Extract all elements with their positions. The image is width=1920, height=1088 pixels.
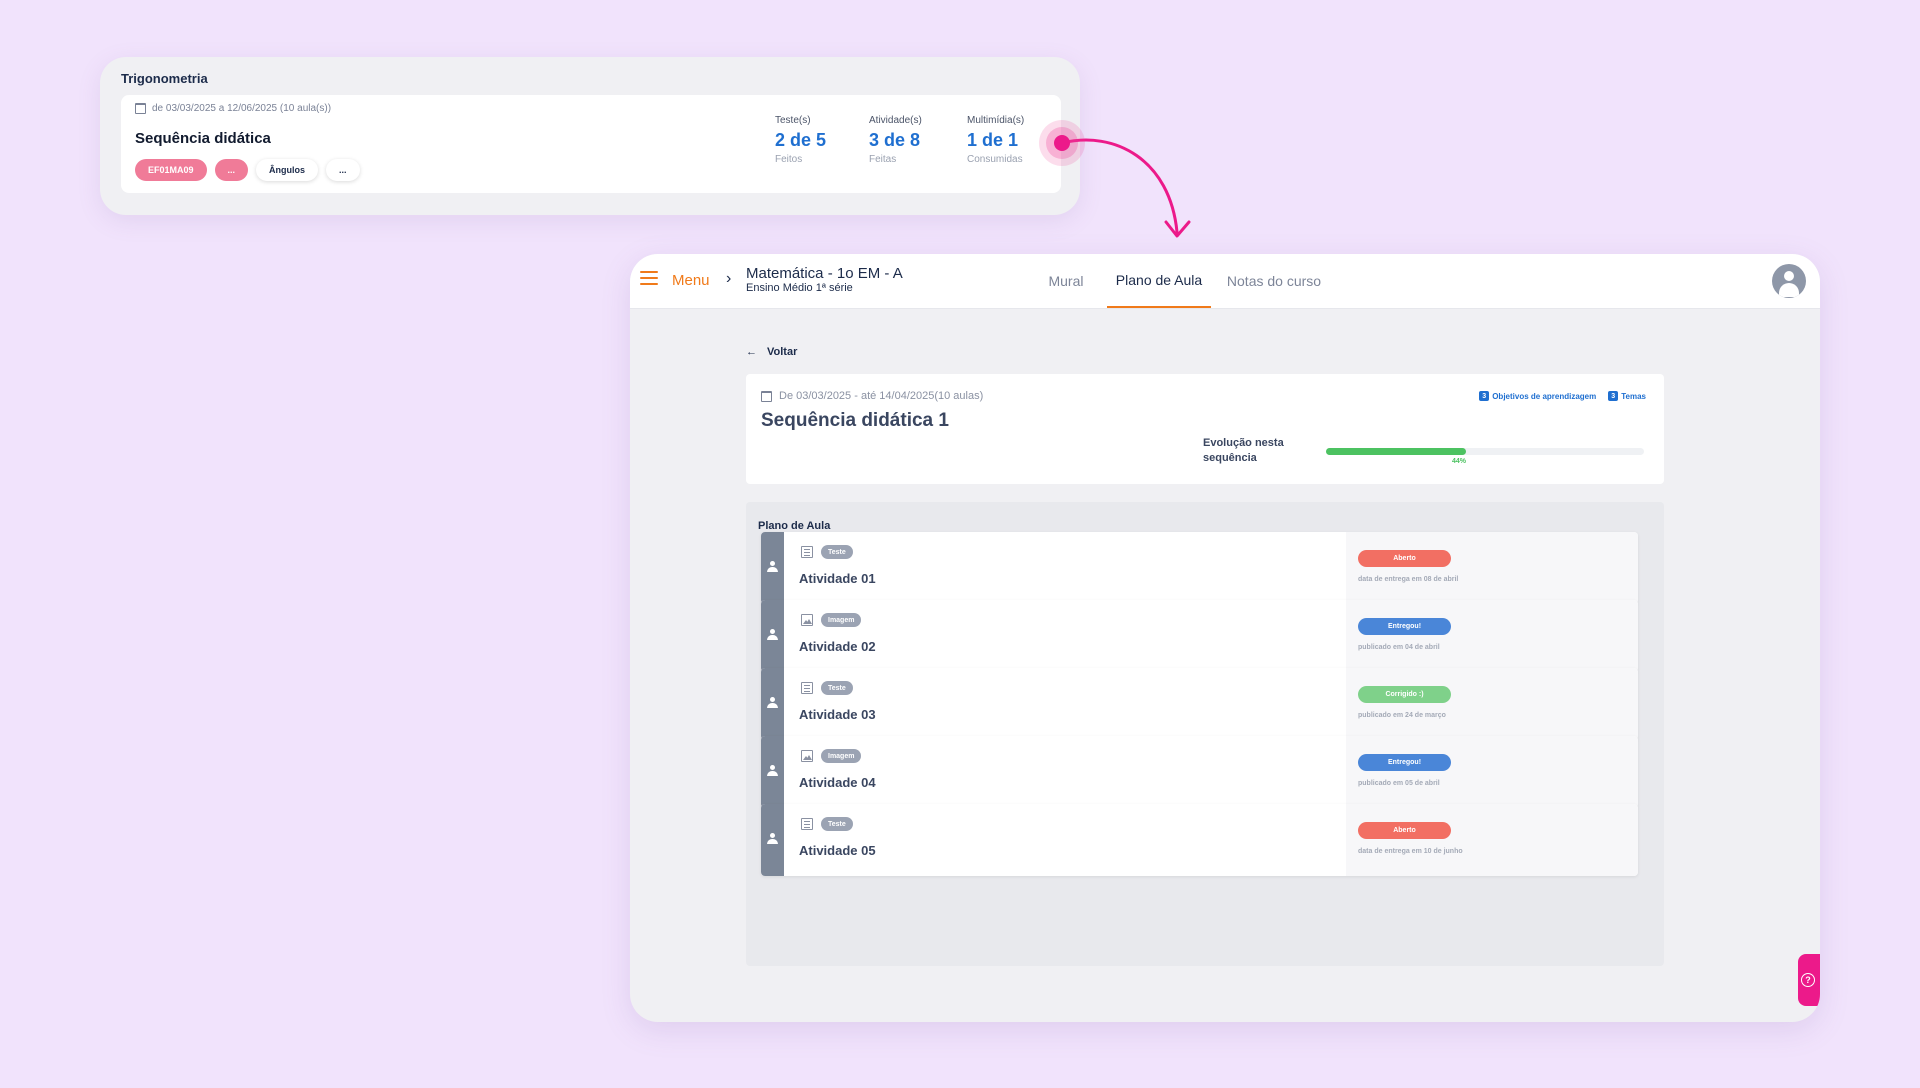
activity-type-tag: Teste	[821, 681, 853, 695]
list-icon	[801, 546, 813, 558]
person-icon	[767, 833, 778, 845]
list-icon	[801, 818, 813, 830]
activity-row[interactable]: Imagem Atividade 04 Entregou! publicado em …	[761, 736, 1638, 808]
activity-date-note: publicado em 05 de abril	[1358, 780, 1440, 787]
status-badge: Corrigido :)	[1358, 686, 1451, 703]
status-badge: Aberto	[1358, 822, 1451, 839]
top-bar: Menu › Matemática - 1o EM - A Ensino Méd…	[630, 254, 1820, 309]
status-badge: Entregou!	[1358, 618, 1451, 635]
activity-type-tag: Imagem	[821, 613, 862, 627]
activity-type-tag: Teste	[821, 545, 853, 559]
sequence-title: Sequência didática 1	[761, 410, 949, 431]
person-icon	[767, 697, 778, 709]
activity-status-area: Entregou! publicado em 05 de abril	[1346, 736, 1638, 808]
sequence-badges: 3 Objetivos de aprendizagem 3 Temas	[1479, 391, 1646, 401]
help-button[interactable]: ?	[1798, 954, 1820, 1006]
activity-name: Atividade 04	[799, 775, 876, 790]
image-icon	[801, 750, 813, 762]
progress-percent: 44%	[1452, 458, 1467, 465]
back-button[interactable]: ← Voltar	[746, 346, 797, 358]
themes-badge[interactable]: 3 Temas	[1608, 391, 1646, 401]
app-window: Menu › Matemática - 1o EM - A Ensino Méd…	[630, 254, 1820, 1022]
progress-bar	[1326, 448, 1644, 455]
question-icon: ?	[1801, 973, 1815, 987]
progress-fill	[1326, 448, 1466, 455]
activity-type-tag: Imagem	[821, 749, 862, 763]
status-badge: Entregou!	[1358, 754, 1451, 771]
activity-name: Atividade 05	[799, 843, 876, 858]
activity-date-note: data de entrega em 08 de abril	[1358, 576, 1459, 583]
badge-label: Objetivos de aprendizagem	[1492, 391, 1597, 401]
hamburger-icon[interactable]	[640, 271, 658, 285]
activity-side-bar	[761, 600, 784, 672]
person-icon	[767, 629, 778, 641]
chevron-right-icon: ›	[726, 270, 732, 287]
activity-status-area: Corrigido :) publicado em 24 de março	[1346, 668, 1638, 740]
person-icon	[767, 561, 778, 573]
badge-count: 3	[1608, 391, 1619, 401]
sequence-card: De 03/03/2025 - até 14/04/2025(10 aulas)…	[746, 374, 1664, 484]
activity-row[interactable]: Teste Atividade 01 Aberto data de entrega e…	[761, 532, 1638, 604]
avatar[interactable]	[1772, 264, 1806, 298]
activity-name: Atividade 02	[799, 639, 876, 654]
image-icon	[801, 614, 813, 626]
pulse-dot	[1054, 135, 1070, 151]
arrow-left-icon: ←	[746, 346, 757, 358]
activity-date-note: publicado em 04 de abril	[1358, 644, 1440, 651]
highlight-pulse	[1039, 120, 1085, 166]
objectives-badge[interactable]: 3 Objetivos de aprendizagem	[1479, 391, 1596, 401]
calendar-icon	[761, 390, 772, 402]
date-row: De 03/03/2025 - até 14/04/2025(10 aulas)	[761, 390, 983, 402]
activity-status-area: Entregou! publicado em 04 de abril	[1346, 600, 1638, 672]
course-title[interactable]: Matemática - 1o EM - A	[746, 265, 903, 282]
tab-notas-do-curso[interactable]: Notas do curso	[1218, 254, 1330, 308]
activity-side-bar	[761, 668, 784, 740]
activity-row[interactable]: Imagem Atividade 02 Entregou! publicado em …	[761, 600, 1638, 672]
activity-side-bar	[761, 532, 784, 604]
activity-row[interactable]: Teste Atividade 03 Corrigido :) publicado e…	[761, 668, 1638, 740]
activity-name: Atividade 03	[799, 707, 876, 722]
badge-count: 3	[1479, 391, 1490, 401]
lesson-plan-panel: Plano de Aula Teste Atividade 01 Aberto dat…	[746, 502, 1664, 966]
activity-date-note: data de entrega em 10 de junho	[1358, 848, 1463, 855]
badge-label: Temas	[1621, 391, 1646, 401]
activity-row[interactable]: Teste Atividade 05 Aberto data de entrega e…	[761, 804, 1638, 876]
person-icon	[767, 765, 778, 777]
activity-status-area: Aberto data de entrega em 10 de junho	[1346, 804, 1638, 876]
tab-mural[interactable]: Mural	[1030, 254, 1102, 308]
activity-type-tag: Teste	[821, 817, 853, 831]
activity-date-note: publicado em 24 de março	[1358, 712, 1446, 719]
date-range: De 03/03/2025 - até 14/04/2025(10 aulas)	[779, 390, 984, 402]
activity-name: Atividade 01	[799, 571, 876, 586]
tab-plano-de-aula[interactable]: Plano de Aula	[1107, 254, 1211, 308]
status-badge: Aberto	[1358, 550, 1451, 567]
back-label: Voltar	[767, 346, 798, 358]
activity-side-bar	[761, 736, 784, 808]
menu-button[interactable]: Menu	[672, 272, 710, 289]
activity-side-bar	[761, 804, 784, 876]
course-subtitle: Ensino Médio 1ª série	[746, 282, 853, 294]
activity-status-area: Aberto data de entrega em 08 de abril	[1346, 532, 1638, 604]
lesson-plan-title: Plano de Aula	[758, 520, 831, 532]
progress-label: Evolução nesta sequência	[1203, 437, 1284, 464]
list-icon	[801, 682, 813, 694]
